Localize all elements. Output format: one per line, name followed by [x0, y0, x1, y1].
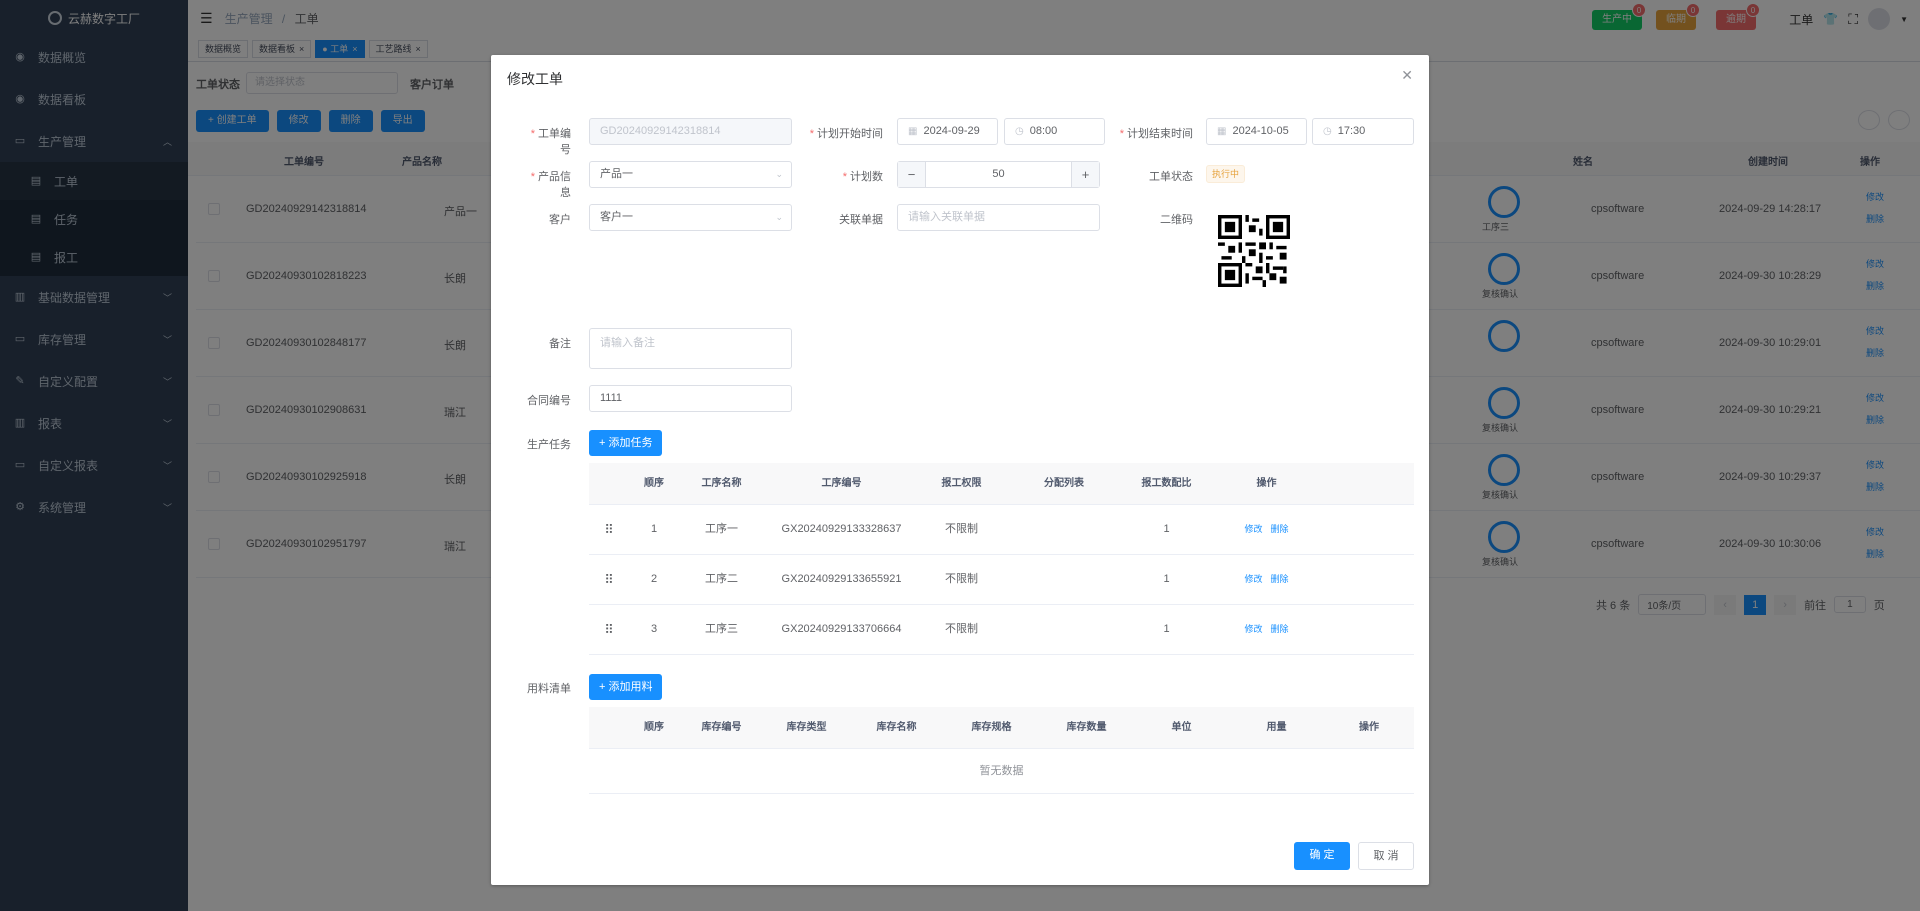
cancel-button[interactable]: 取 消 — [1358, 842, 1414, 870]
column-header: 库存规格 — [971, 722, 1012, 733]
delete-link[interactable]: 删除 — [1271, 624, 1289, 634]
edit-order-dialog: 修改工单 ✕ * 工单编号 GD20240929142318814 * 计划开始时间… — [491, 55, 1429, 885]
edit-link[interactable]: 修改 — [1244, 574, 1262, 584]
clock-icon: ◷ — [1323, 126, 1332, 137]
related-label: 关联单据 — [839, 214, 883, 226]
column-header: 报工权限 — [941, 478, 982, 489]
contract-label: 合同编号 — [527, 395, 571, 407]
remark-label: 备注 — [549, 338, 571, 350]
task-name: 工序三 — [705, 623, 738, 635]
customer-label: 客户 — [549, 214, 571, 226]
order-no-input[interactable]: GD20240929142318814 — [589, 118, 792, 145]
remark-textarea[interactable]: 请输入备注 — [589, 328, 792, 369]
column-header: 工序编号 — [821, 478, 862, 489]
task-code: GX20240929133328637 — [781, 523, 902, 535]
task-table-header: 顺序 工序名称 工序编号 报工权限 分配列表 报工数配比 操作 — [589, 463, 1414, 505]
contract-input[interactable]: 1111 — [589, 385, 792, 412]
column-header: 分配列表 — [1044, 478, 1084, 489]
plan-end-date-picker[interactable]: ▦ 2024-10-05 — [1206, 118, 1307, 145]
task-order: 3 — [650, 623, 658, 635]
plan-start-time-picker[interactable]: ◷ 08:00 — [1004, 118, 1105, 145]
increase-icon[interactable]: + — [1072, 162, 1099, 187]
plan-end-label: * 计划结束时间 — [1119, 128, 1193, 140]
qrcode-label: 二维码 — [1160, 214, 1193, 226]
materials-label: 用料清单 — [527, 683, 571, 695]
calendar-icon: ▦ — [1217, 126, 1227, 137]
task-actions: 修改 删除 — [1209, 572, 1324, 587]
task-order: 1 — [650, 523, 658, 535]
edit-link[interactable]: 修改 — [1244, 624, 1262, 634]
related-input[interactable]: 请输入关联单据 — [897, 204, 1100, 231]
status-label: 工单状态 — [1149, 171, 1193, 183]
task-perm: 不限制 — [945, 523, 978, 535]
qrcode-icon — [1218, 215, 1290, 287]
order-no-label: * 工单编号 — [530, 128, 571, 156]
calendar-icon: ▦ — [908, 126, 918, 137]
task-row[interactable]: ⠿ 2 工序二 GX20240929133655921 不限制 1 修改 删除 — [589, 555, 1414, 605]
edit-link[interactable]: 修改 — [1244, 524, 1262, 534]
plan-end-time-picker[interactable]: ◷ 17:30 — [1312, 118, 1414, 145]
chevron-down-icon: ⌄ — [775, 169, 783, 179]
plan-start-label: * 计划开始时间 — [809, 128, 883, 140]
task-ratio: 1 — [1163, 623, 1170, 635]
delete-link[interactable]: 删除 — [1271, 524, 1289, 534]
column-header: 用量 — [1266, 722, 1287, 733]
status-badge: 执行中 — [1206, 165, 1246, 183]
column-header: 库存编号 — [701, 722, 742, 733]
task-name: 工序一 — [705, 523, 738, 535]
customer-select[interactable]: 客户一 ⌄ — [589, 204, 792, 231]
confirm-button[interactable]: 确 定 — [1294, 842, 1350, 870]
task-actions: 修改 删除 — [1209, 622, 1324, 637]
chevron-down-icon: ⌄ — [775, 212, 783, 222]
task-ratio: 1 — [1163, 573, 1170, 585]
plan-start-date-picker[interactable]: ▦ 2024-09-29 — [897, 118, 998, 145]
delete-link[interactable]: 删除 — [1271, 574, 1289, 584]
empty-text: 暂无数据 — [589, 749, 1414, 794]
task-code: GX20240929133655921 — [781, 573, 902, 585]
drag-handle-icon[interactable]: ⠿ — [589, 522, 629, 537]
task-order: 2 — [650, 573, 658, 585]
task-ratio: 1 — [1163, 523, 1170, 535]
column-header: 单位 — [1171, 722, 1192, 733]
column-header: 顺序 — [644, 478, 664, 489]
task-perm: 不限制 — [945, 623, 978, 635]
column-header: 操作 — [1256, 478, 1277, 489]
clock-icon: ◷ — [1015, 126, 1024, 137]
task-actions: 修改 删除 — [1209, 522, 1324, 537]
task-code: GX20240929133706664 — [781, 623, 902, 635]
product-label: * 产品信息 — [530, 171, 571, 199]
task-perm: 不限制 — [945, 573, 978, 585]
decrease-icon[interactable]: − — [898, 162, 925, 187]
drag-handle-icon[interactable]: ⠿ — [589, 572, 629, 587]
product-select[interactable]: 产品一 ⌄ — [589, 161, 792, 188]
column-header: 库存数量 — [1066, 722, 1107, 733]
drag-handle-icon[interactable]: ⠿ — [589, 622, 629, 637]
column-header: 报工数配比 — [1141, 478, 1192, 489]
plan-qty-value[interactable]: 50 — [925, 162, 1072, 187]
task-row[interactable]: ⠿ 3 工序三 GX20240929133706664 不限制 1 修改 删除 — [589, 605, 1414, 655]
material-table-header: 顺序 库存编号 库存类型 库存名称 库存规格 库存数量 单位 用量 操作 — [589, 707, 1414, 749]
task-table: 顺序 工序名称 工序编号 报工权限 分配列表 报工数配比 操作 ⠿ 1 工序一 GX2024092… — [589, 463, 1414, 655]
add-task-button[interactable]: + 添加任务 — [589, 430, 663, 456]
plan-qty-stepper[interactable]: − 50 + — [897, 161, 1100, 188]
task-row[interactable]: ⠿ 1 工序一 GX20240929133328637 不限制 1 修改 删除 — [589, 505, 1414, 555]
material-table: 顺序 库存编号 库存类型 库存名称 库存规格 库存数量 单位 用量 操作 暂无数据 — [589, 707, 1414, 794]
dialog-title: 修改工单 — [507, 71, 563, 87]
column-header: 工序名称 — [701, 478, 742, 489]
column-header: 操作 — [1359, 722, 1379, 733]
tasks-label: 生产任务 — [527, 439, 571, 451]
add-material-button[interactable]: + 添加用料 — [589, 674, 663, 700]
column-header: 顺序 — [644, 722, 664, 733]
column-header: 库存类型 — [786, 722, 827, 733]
plan-qty-label: * 计划数 — [842, 171, 883, 183]
column-header: 库存名称 — [876, 722, 917, 733]
close-icon[interactable]: ✕ — [1401, 67, 1413, 84]
task-name: 工序二 — [705, 573, 738, 585]
